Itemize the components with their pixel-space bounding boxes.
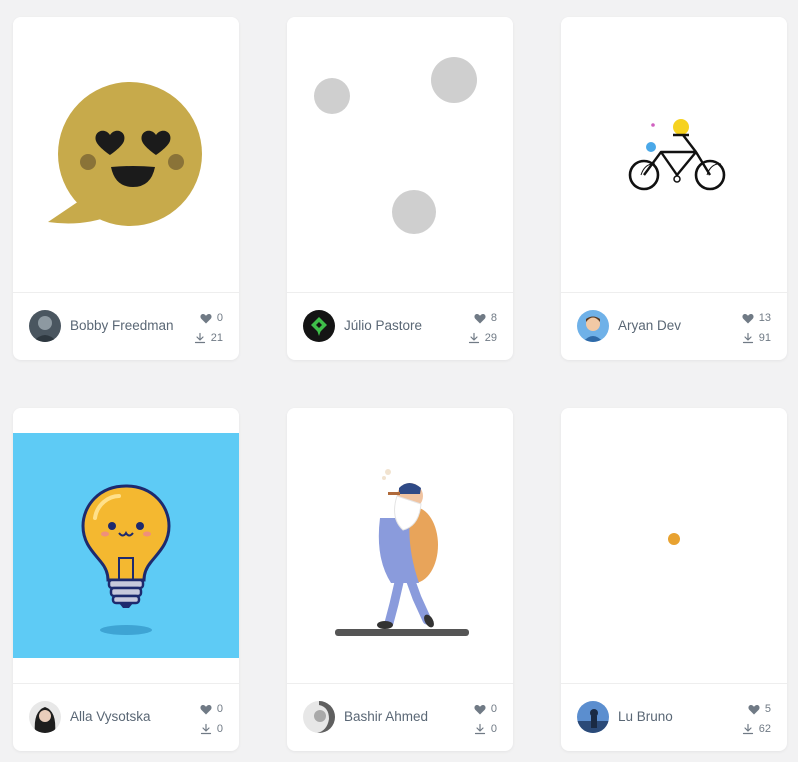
animation-card[interactable]: Aryan Dev 13 91 <box>561 17 787 360</box>
author-name[interactable]: Lu Bruno <box>618 709 673 724</box>
card-stats: 8 29 <box>457 308 497 348</box>
bouncing-balls-illustration <box>314 57 477 234</box>
card-footer: Bashir Ahmed 0 0 <box>287 683 513 751</box>
avatar[interactable] <box>303 701 335 733</box>
author-name[interactable]: Bashir Ahmed <box>344 709 428 724</box>
downloads-stat[interactable]: 0 <box>183 719 223 739</box>
animation-card[interactable]: Júlio Pastore 8 29 <box>287 17 513 360</box>
likes-count: 8 <box>490 312 497 324</box>
card-stats: 0 0 <box>457 699 497 739</box>
download-icon <box>194 332 205 344</box>
download-icon <box>474 723 485 735</box>
avatar[interactable] <box>303 310 335 342</box>
heart-icon <box>742 313 754 323</box>
author-name[interactable]: Alla Vysotska <box>70 709 151 724</box>
likes-stat[interactable]: 0 <box>457 699 497 719</box>
likes-count: 5 <box>764 703 771 715</box>
love-emoji-illustration <box>48 82 202 226</box>
downloads-count: 21 <box>210 332 223 344</box>
likes-stat[interactable]: 13 <box>731 308 771 328</box>
card-stats: 5 62 <box>731 699 771 739</box>
heart-icon <box>200 704 212 714</box>
downloads-count: 0 <box>216 723 223 735</box>
card-stats: 13 91 <box>731 308 771 348</box>
author-name[interactable]: Júlio Pastore <box>344 318 422 333</box>
likes-stat[interactable]: 0 <box>183 308 223 328</box>
downloads-count: 91 <box>758 332 771 344</box>
downloads-stat[interactable]: 0 <box>457 719 497 739</box>
downloads-count: 29 <box>484 332 497 344</box>
download-icon <box>200 723 211 735</box>
downloads-count: 62 <box>758 723 771 735</box>
avatar[interactable] <box>577 701 609 733</box>
animation-card[interactable]: Alla Vysotska 0 0 <box>13 408 239 751</box>
downloads-stat[interactable]: 21 <box>183 328 223 348</box>
heart-icon <box>200 313 212 323</box>
animation-preview-walking-man[interactable] <box>287 408 513 683</box>
animation-preview-emoji[interactable] <box>13 17 239 292</box>
likes-count: 0 <box>216 312 223 324</box>
card-footer: Júlio Pastore 8 29 <box>287 292 513 360</box>
card-stats: 0 21 <box>183 308 223 348</box>
avatar[interactable] <box>577 310 609 342</box>
likes-count: 0 <box>490 703 497 715</box>
heart-icon <box>748 704 760 714</box>
card-stats: 0 0 <box>183 699 223 739</box>
author-name[interactable]: Aryan Dev <box>618 318 681 333</box>
animation-preview-bicycle[interactable] <box>561 17 787 292</box>
animation-card[interactable]: Bobby Freedman 0 21 <box>13 17 239 360</box>
animation-preview-lightbulb[interactable] <box>13 408 239 683</box>
downloads-stat[interactable]: 91 <box>731 328 771 348</box>
download-icon <box>742 332 753 344</box>
likes-count: 13 <box>758 312 771 324</box>
animation-preview-loader[interactable] <box>287 17 513 292</box>
heart-icon <box>474 313 486 323</box>
likes-stat[interactable]: 8 <box>457 308 497 328</box>
animation-card[interactable]: Lu Bruno 5 62 <box>561 408 787 751</box>
likes-count: 0 <box>216 703 223 715</box>
downloads-stat[interactable]: 62 <box>731 719 771 739</box>
card-footer: Bobby Freedman 0 21 <box>13 292 239 360</box>
bicycle-illustration <box>628 119 726 191</box>
avatar[interactable] <box>29 701 61 733</box>
download-icon <box>742 723 753 735</box>
card-footer: Aryan Dev 13 91 <box>561 292 787 360</box>
avatar[interactable] <box>29 310 61 342</box>
likes-stat[interactable]: 5 <box>731 699 771 719</box>
lightbulb-illustration <box>13 433 239 658</box>
card-footer: Alla Vysotska 0 0 <box>13 683 239 751</box>
downloads-stat[interactable]: 29 <box>457 328 497 348</box>
orange-dot-illustration <box>668 533 680 545</box>
heart-icon <box>474 704 486 714</box>
download-icon <box>468 332 479 344</box>
walking-man-illustration <box>335 469 469 636</box>
card-footer: Lu Bruno 5 62 <box>561 683 787 751</box>
animation-preview-dot[interactable] <box>561 408 787 683</box>
downloads-count: 0 <box>490 723 497 735</box>
likes-stat[interactable]: 0 <box>183 699 223 719</box>
animation-card[interactable]: Bashir Ahmed 0 0 <box>287 408 513 751</box>
author-name[interactable]: Bobby Freedman <box>70 318 174 333</box>
